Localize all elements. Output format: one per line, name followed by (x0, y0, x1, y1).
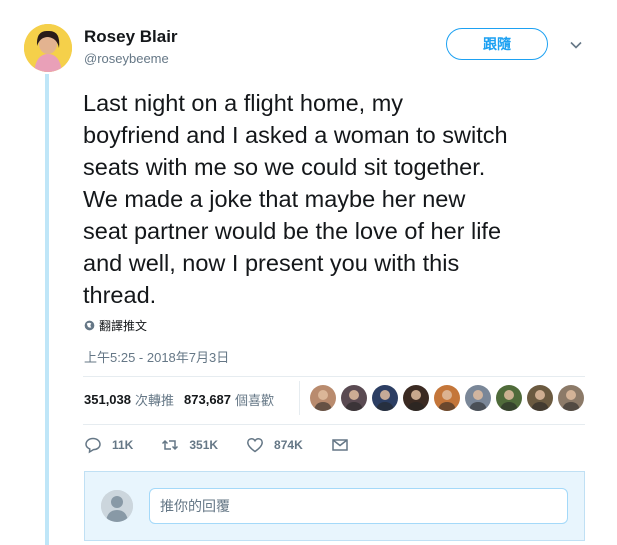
liker-avatar[interactable] (558, 385, 584, 411)
like-count[interactable]: 873,687 (184, 392, 231, 407)
reply-action[interactable]: 11K (84, 436, 133, 454)
reply-icon[interactable] (84, 436, 102, 454)
divider (83, 424, 585, 425)
divider (83, 376, 585, 377)
retweet-action-count: 351K (189, 438, 219, 452)
reply-composer (84, 471, 585, 541)
like-label[interactable]: 個喜歡 (235, 390, 274, 409)
tweet-text: Last night on a flight home, my boyfrien… (83, 90, 508, 308)
translate-label[interactable]: 翻譯推文 (99, 317, 147, 334)
retweet-action[interactable]: 351K (161, 436, 218, 454)
translate-tweet-link[interactable]: 翻譯推文 (84, 317, 147, 334)
liker-avatar[interactable] (403, 385, 429, 411)
liker-avatars (310, 385, 589, 411)
thread-connector-line (45, 74, 49, 545)
like-action[interactable]: 874K (246, 436, 303, 454)
retweet-count[interactable]: 351,038 (84, 392, 131, 407)
like-action-count: 874K (274, 438, 303, 452)
reply-count: 11K (112, 438, 134, 452)
reply-input[interactable] (149, 488, 568, 524)
retweet-icon[interactable] (161, 436, 179, 454)
chevron-down-icon[interactable] (569, 38, 583, 52)
liker-avatar[interactable] (310, 385, 336, 411)
liker-avatar[interactable] (527, 385, 553, 411)
liker-avatar[interactable] (496, 385, 522, 411)
stats-divider (299, 381, 300, 415)
liker-avatar[interactable] (372, 385, 398, 411)
tweet-timestamp[interactable]: 上午5:25 - 2018年7月3日 (84, 347, 229, 366)
liker-avatar[interactable] (434, 385, 460, 411)
follow-button[interactable]: 跟隨 (446, 28, 548, 60)
author-handle[interactable]: @roseybeeme (84, 51, 169, 66)
author-avatar[interactable] (24, 24, 72, 72)
retweet-label[interactable]: 次轉推 (135, 390, 174, 409)
heart-icon[interactable] (246, 436, 264, 454)
globe-icon (84, 320, 95, 331)
tweet-actions: 11K 351K 874K (84, 436, 377, 454)
liker-avatar[interactable] (341, 385, 367, 411)
envelope-icon[interactable] (331, 436, 349, 454)
author-name[interactable]: Rosey Blair (84, 27, 178, 47)
user-avatar (101, 490, 133, 522)
liker-avatar[interactable] (465, 385, 491, 411)
direct-message-action[interactable] (331, 436, 349, 454)
engagement-stats: 351,038 次轉推 873,687 個喜歡 (84, 390, 274, 409)
